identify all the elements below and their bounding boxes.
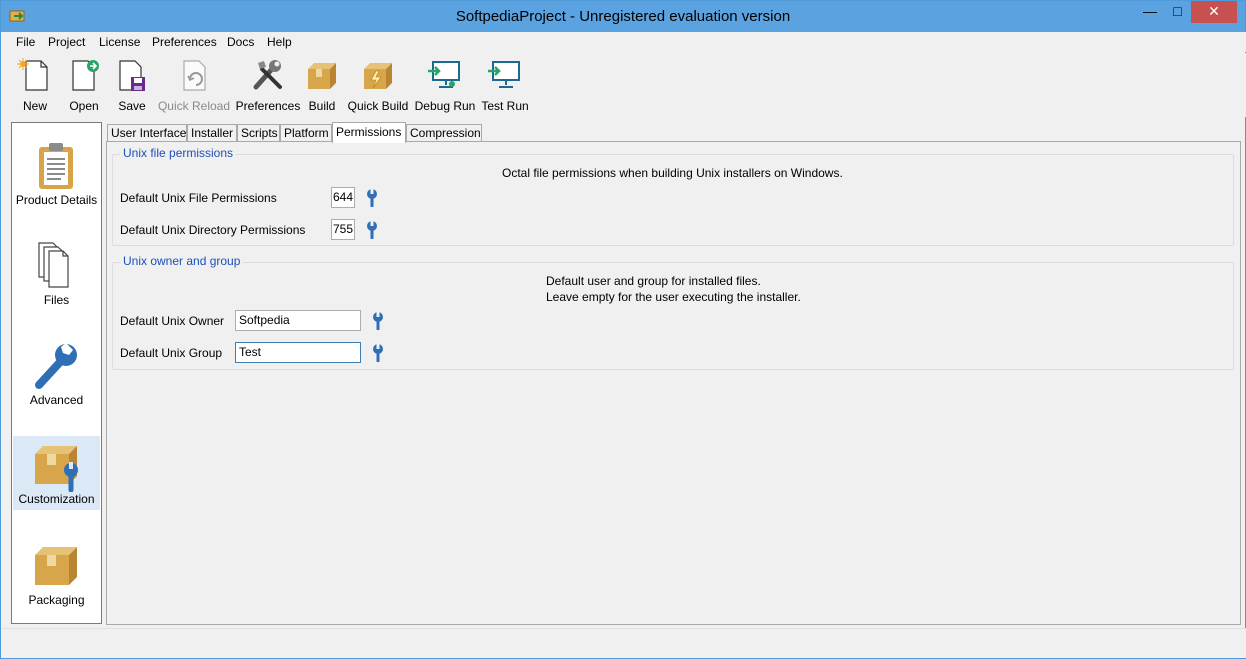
menu-docs[interactable]: Docs (227, 35, 254, 49)
sidebar-item-packaging[interactable]: Packaging (13, 537, 100, 611)
owner-description-line1: Default user and group for installed fil… (546, 274, 761, 288)
tab-scripts[interactable]: Scripts (237, 124, 280, 142)
group-title-unix-file-permissions: Unix file permissions (120, 146, 237, 160)
tab-compression[interactable]: Compression (406, 124, 482, 142)
clipboard-icon (39, 143, 73, 189)
minimize-button[interactable]: — (1136, 1, 1164, 23)
debug-monitor-icon (428, 61, 460, 88)
category-sidebar: Product Details Files Advanced Customiza… (11, 122, 102, 624)
owner-label: Default Unix Owner (120, 314, 225, 328)
reload-icon (183, 60, 206, 91)
group-title-unix-owner: Unix owner and group (120, 254, 244, 268)
maximize-button[interactable]: □ (1164, 1, 1191, 23)
monitor-icon (488, 61, 520, 88)
open-file-icon (72, 60, 99, 91)
sidebar-item-files[interactable]: Files (13, 237, 100, 311)
group-wrench-icon[interactable] (371, 344, 385, 362)
box-lightning-icon (364, 63, 392, 89)
new-file-icon (17, 58, 48, 91)
file-permissions-label: Default Unix File Permissions (120, 191, 277, 205)
toolbar: New Open Save Quick Reload Preferences B… (2, 53, 1246, 117)
build-button[interactable]: Build (302, 57, 342, 115)
unix-owner-group-group: Unix owner and group Default user and gr… (112, 254, 1234, 370)
menu-bar: File Project License Preferences Docs He… (2, 32, 1246, 52)
menu-preferences[interactable]: Preferences (152, 35, 217, 49)
directory-permissions-wrench-icon[interactable] (365, 221, 379, 239)
files-icon (38, 242, 69, 288)
quick-build-button[interactable]: Quick Build (348, 57, 408, 115)
minimize-icon: — (1143, 3, 1157, 19)
close-icon: ✕ (1208, 3, 1220, 19)
group-input[interactable]: Test (235, 342, 361, 363)
unix-file-permissions-group: Unix file permissions Octal file permiss… (112, 146, 1234, 246)
wrench-icon (35, 343, 77, 389)
quick-reload-label: Quick Reload (157, 99, 231, 113)
title-bar[interactable]: SoftpediaProject - Unregistered evaluati… (1, 1, 1245, 32)
maximize-icon: □ (1173, 3, 1182, 19)
tab-user-interface[interactable]: User Interface (107, 124, 187, 142)
permissions-description: Octal file permissions when building Uni… (502, 166, 843, 180)
debug-run-button[interactable]: Debug Run (415, 57, 475, 115)
sidebar-label-product-details: Product Details (15, 193, 98, 207)
close-button[interactable]: ✕ (1191, 1, 1237, 23)
save-button[interactable]: Save (112, 57, 152, 115)
sidebar-label-packaging: Packaging (28, 593, 85, 607)
save-icon (119, 60, 145, 91)
window-title: SoftpediaProject - Unregistered evaluati… (455, 8, 791, 25)
tab-installer[interactable]: Installer (187, 124, 237, 142)
file-permissions-wrench-icon[interactable] (365, 189, 379, 207)
app-window: SoftpediaProject - Unregistered evaluati… (0, 0, 1246, 659)
status-bar (2, 628, 1246, 658)
file-permissions-input[interactable]: 644 (331, 187, 355, 208)
tab-platform[interactable]: Platform (280, 124, 332, 142)
sidebar-label-files: Files (43, 293, 70, 307)
owner-wrench-icon[interactable] (371, 312, 385, 330)
group-label: Default Unix Group (120, 346, 223, 360)
owner-input[interactable]: Softpedia (235, 310, 361, 331)
box-icon (308, 63, 336, 89)
menu-file[interactable]: File (16, 35, 35, 49)
menu-help[interactable]: Help (267, 35, 292, 49)
sidebar-item-customization[interactable]: Customization (13, 436, 100, 510)
tab-permissions[interactable]: Permissions (332, 122, 406, 143)
settings-panel: User Interface Installer Scripts Platfor… (105, 121, 1241, 625)
sidebar-label-advanced: Advanced (29, 393, 84, 407)
sidebar-label-customization: Customization (18, 492, 95, 506)
box-icon (35, 547, 77, 585)
sidebar-item-advanced[interactable]: Advanced (13, 337, 100, 411)
sidebar-item-product-details[interactable]: Product Details (13, 137, 100, 211)
permissions-tab-content: Unix file permissions Octal file permiss… (106, 141, 1241, 625)
directory-permissions-label: Default Unix Directory Permissions (120, 223, 306, 237)
test-run-label: Test Run (481, 99, 529, 113)
box-wrench-icon (35, 446, 78, 492)
tools-icon (253, 60, 282, 90)
menu-license[interactable]: License (99, 35, 140, 49)
test-run-button[interactable]: Test Run (481, 57, 529, 115)
menu-project[interactable]: Project (48, 35, 85, 49)
owner-description-line2: Leave empty for the user executing the i… (546, 290, 801, 304)
quick-reload-button[interactable]: Quick Reload (158, 57, 230, 115)
directory-permissions-input[interactable]: 755 (331, 219, 355, 240)
